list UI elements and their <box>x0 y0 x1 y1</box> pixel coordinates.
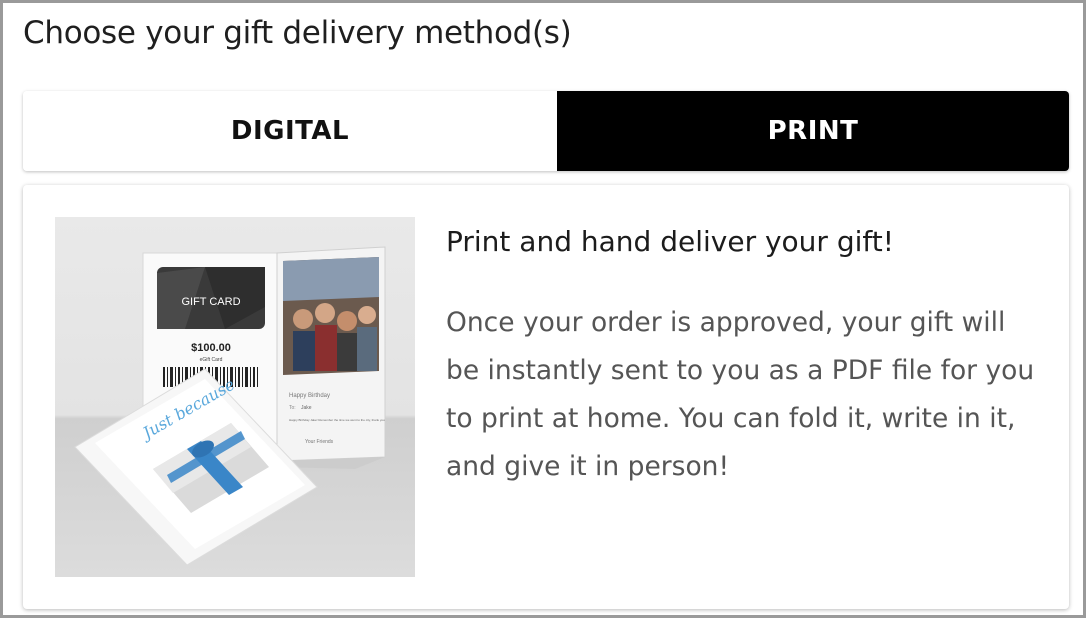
tab-digital[interactable]: DIGITAL <box>23 91 557 171</box>
panel-description: Once your order is approved, your gift w… <box>446 307 1035 482</box>
gift-card-label: GIFT CARD <box>181 296 240 308</box>
gift-card-amount: $100.00 <box>191 342 231 354</box>
card-greeting: Happy Birthday <box>289 393 330 399</box>
delivery-method-tabs: DIGITAL PRINT <box>23 91 1069 171</box>
card-to-name: Jake <box>301 405 312 411</box>
card-message: Happy Birthday Jake! Remember the time w… <box>289 418 385 422</box>
delivery-method-section: Choose your gift delivery method(s) DIGI… <box>0 0 1086 618</box>
section-heading: Choose your gift delivery method(s) <box>23 15 572 51</box>
gift-card-type: eGift Card <box>200 357 223 363</box>
tab-print[interactable]: PRINT <box>557 91 1069 171</box>
card-to-label: To: <box>289 405 296 411</box>
print-option-panel: GIFT CARD $100.00 eGift Card Happy Birth… <box>23 185 1069 609</box>
group-photo <box>283 257 379 375</box>
printable-card-illustration: GIFT CARD $100.00 eGift Card Happy Birth… <box>55 217 415 577</box>
card-from: Your Friends <box>305 439 334 445</box>
panel-title: Print and hand deliver your gift! <box>446 225 894 258</box>
